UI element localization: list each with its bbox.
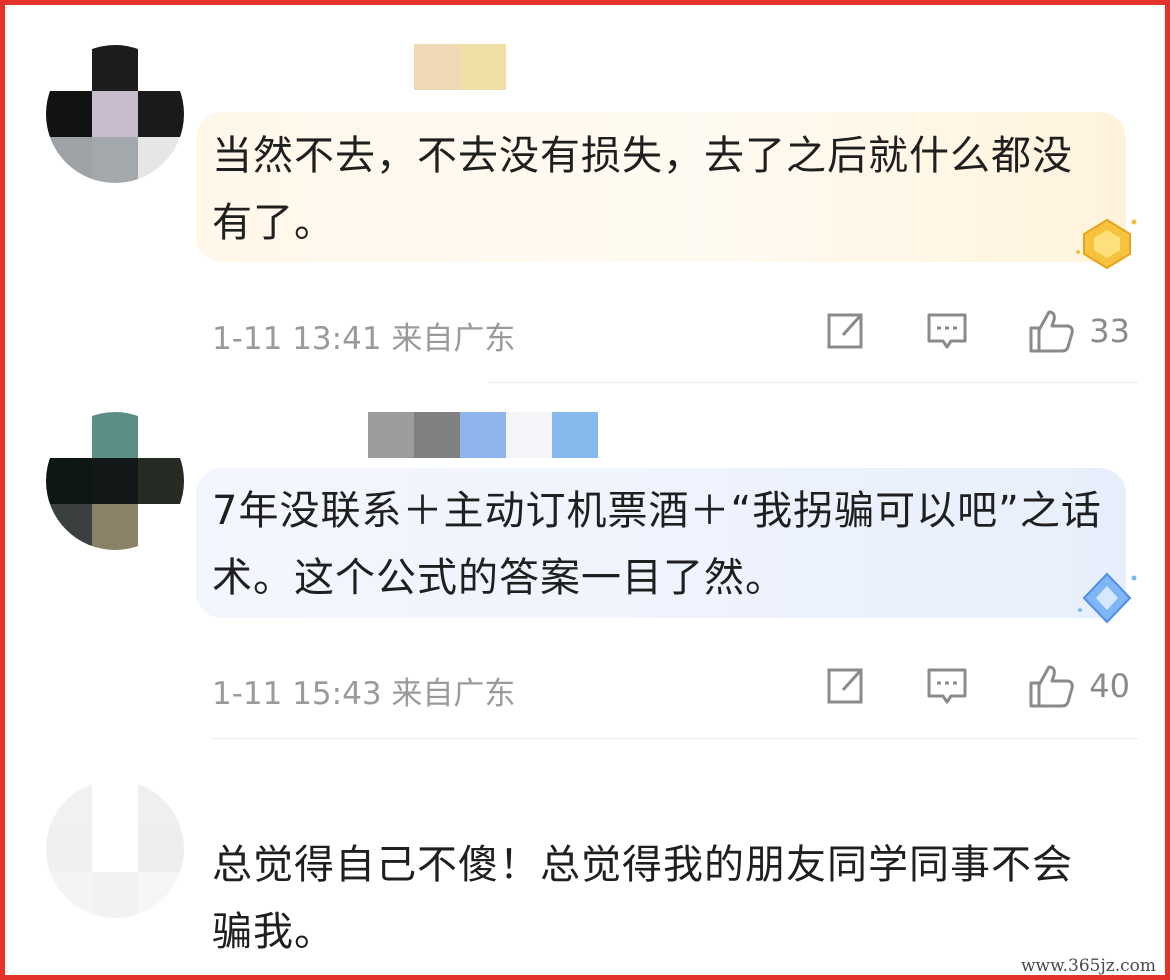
comment-item: 总觉得自己不傻！总觉得我的朋友同学同事不会骗我。: [0, 0, 1170, 980]
comment-text: 总觉得自己不傻！总觉得我的朋友同学同事不会骗我。: [212, 842, 1073, 955]
watermark: www.365jz.com: [1017, 956, 1160, 976]
avatar[interactable]: [46, 780, 184, 918]
